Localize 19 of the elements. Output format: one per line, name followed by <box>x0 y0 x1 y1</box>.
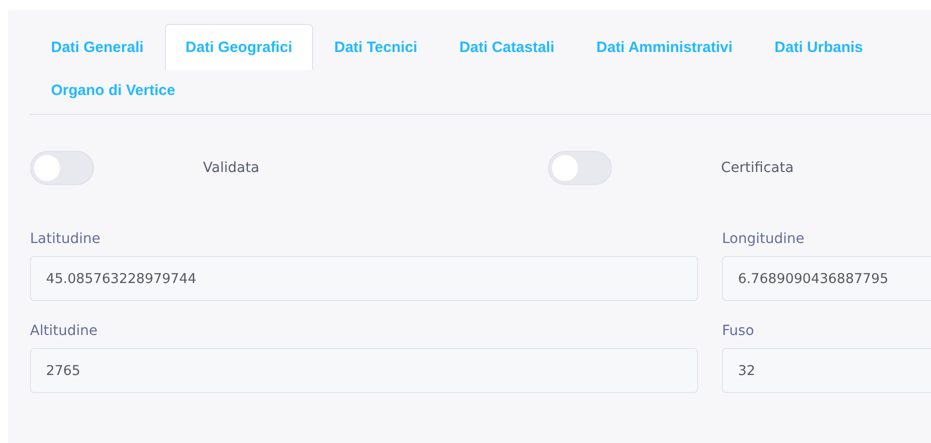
toggle-label: Certificata <box>721 160 795 176</box>
field-label: Longitudine <box>722 231 806 247</box>
toggle-switch[interactable] <box>548 151 612 185</box>
tab[interactable]: Dati Geografici <box>164 24 314 70</box>
tab[interactable]: Dati Amministrativi <box>575 24 754 70</box>
input-field[interactable]: 6.7689090436887795 <box>722 256 931 301</box>
toggle-switch[interactable] <box>30 151 94 185</box>
tab[interactable]: Dati Tecnici <box>313 24 438 70</box>
field-label: Latitudine <box>30 231 102 247</box>
tab[interactable]: Dati Urbanis <box>754 24 884 70</box>
input-field[interactable]: 32 <box>722 348 931 393</box>
input-field[interactable]: 45.085763228979744 <box>30 256 698 301</box>
tab[interactable]: Organo di Vertice <box>30 70 196 110</box>
field-label: Altitudine <box>30 323 98 339</box>
tab[interactable]: Dati Generali <box>30 24 165 70</box>
tab[interactable]: Dati Catastali <box>438 24 576 70</box>
field-label: Fuso <box>722 323 756 339</box>
input-field[interactable]: 2765 <box>30 348 698 393</box>
toggle-label: Validata <box>203 160 260 176</box>
